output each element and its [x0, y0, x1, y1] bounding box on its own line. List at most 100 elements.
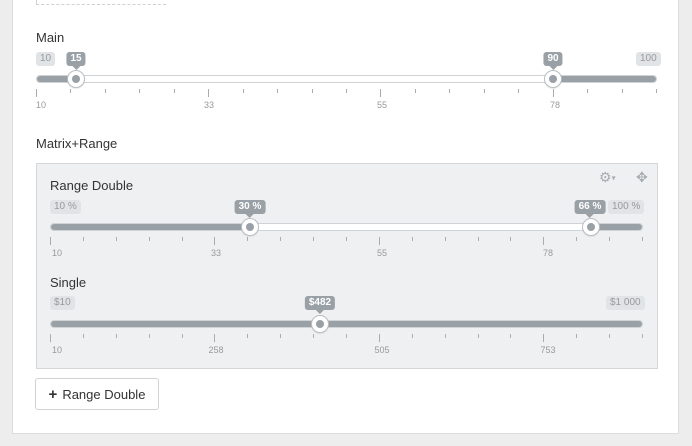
minor-tick [149, 237, 150, 241]
minor-tick [510, 334, 511, 338]
minor-tick [445, 334, 446, 338]
minor-tick [576, 334, 577, 338]
minor-tick [445, 237, 446, 241]
minor-tick [346, 237, 347, 241]
main-tick-label: 78 [549, 100, 561, 110]
minor-tick [280, 237, 281, 241]
minor-tick [174, 89, 175, 93]
minor-tick [478, 237, 479, 241]
minor-tick [313, 237, 314, 241]
minor-tick [116, 237, 117, 241]
main-min-badge: 10 [36, 52, 56, 66]
minor-tick [116, 334, 117, 338]
minor-tick [609, 237, 610, 241]
range-double-track[interactable] [50, 223, 643, 231]
minor-tick [609, 334, 610, 338]
single-tick-label: 10 [52, 345, 63, 355]
main-tick-label: 55 [376, 100, 388, 110]
minor-tick [642, 237, 643, 241]
major-tick [543, 334, 544, 342]
main-slider-track[interactable] [36, 75, 657, 83]
main-tick-label: 33 [203, 100, 215, 110]
minor-tick [182, 334, 183, 338]
minor-tick [312, 89, 313, 93]
main-to-handle[interactable] [544, 70, 562, 88]
range-double-label: Range Double [50, 178, 134, 193]
main-tick-label: 10 [36, 100, 47, 110]
major-tick [543, 237, 544, 245]
range-double-from-badge: 30 % [234, 200, 266, 218]
major-tick [379, 237, 380, 245]
minor-tick [83, 237, 84, 241]
plus-icon: + [48, 385, 58, 403]
main-from-badge: 15 [66, 52, 86, 70]
range-double-to-handle[interactable] [582, 218, 600, 236]
major-tick [379, 334, 380, 342]
minor-tick [656, 89, 657, 93]
major-tick [214, 334, 215, 342]
minor-tick [243, 89, 244, 93]
add-range-double-button[interactable]: + Range Double [35, 378, 159, 410]
single-tick-label: 753 [540, 345, 556, 355]
move-icon[interactable]: ✥ [636, 170, 648, 184]
minor-tick [449, 89, 450, 93]
major-tick [50, 334, 51, 342]
minor-tick [576, 237, 577, 241]
single-min-badge: $10 [50, 296, 75, 310]
main-from-handle[interactable] [67, 70, 85, 88]
dashed-placeholder [36, 0, 166, 5]
minor-tick [622, 89, 623, 93]
main-label: Main [36, 30, 65, 45]
minor-tick [139, 89, 140, 93]
range-double-ticks: 10 33 55 78 [50, 237, 643, 258]
range-double-min-badge: 10 % [50, 200, 81, 214]
minor-tick [280, 334, 281, 338]
major-tick [380, 89, 381, 97]
major-tick [553, 89, 554, 97]
minor-tick [412, 334, 413, 338]
minor-tick [587, 89, 588, 93]
main-ticks: 10 33 55 78 [36, 89, 657, 110]
main-max-badge: 100 [636, 52, 661, 66]
range-double-tick-label: 10 [52, 248, 63, 258]
minor-tick [412, 237, 413, 241]
minor-tick [70, 89, 71, 93]
minor-tick [247, 334, 248, 338]
minor-tick [642, 334, 643, 338]
minor-tick [510, 237, 511, 241]
minor-tick [313, 334, 314, 338]
single-ticks: 10 258 505 753 [50, 334, 643, 355]
add-range-double-button-label: Range Double [62, 386, 146, 402]
major-tick [36, 89, 37, 97]
major-tick [50, 237, 51, 245]
minor-tick [415, 89, 416, 93]
range-double-tick-label: 33 [210, 248, 222, 258]
single-fill [51, 321, 642, 327]
single-track[interactable] [50, 320, 643, 328]
range-double-tick-label: 78 [542, 248, 554, 258]
single-value-badge: $482 [304, 296, 336, 314]
minor-tick [83, 334, 84, 338]
range-double-from-handle[interactable] [241, 218, 259, 236]
matrix-label: Matrix+Range [36, 136, 118, 151]
range-double-max-badge: 100 % [608, 200, 645, 214]
main-fill-right [554, 76, 656, 82]
gear-icon[interactable]: ⚙▾ [599, 170, 616, 185]
range-double-fill-left [51, 224, 251, 230]
minor-tick [247, 237, 248, 241]
minor-tick [346, 334, 347, 338]
minor-tick [478, 334, 479, 338]
single-tick-label: 505 [374, 345, 390, 355]
main-to-badge: 90 [543, 52, 563, 70]
minor-tick [182, 237, 183, 241]
minor-tick [277, 89, 278, 93]
minor-tick [346, 89, 347, 93]
major-tick [214, 237, 215, 245]
single-max-badge: $1 000 [606, 296, 645, 310]
range-double-tick-label: 55 [376, 248, 388, 258]
minor-tick [518, 89, 519, 93]
minor-tick [149, 334, 150, 338]
minor-tick [105, 89, 106, 93]
single-handle[interactable] [311, 315, 329, 333]
single-tick-label: 258 [208, 345, 224, 355]
